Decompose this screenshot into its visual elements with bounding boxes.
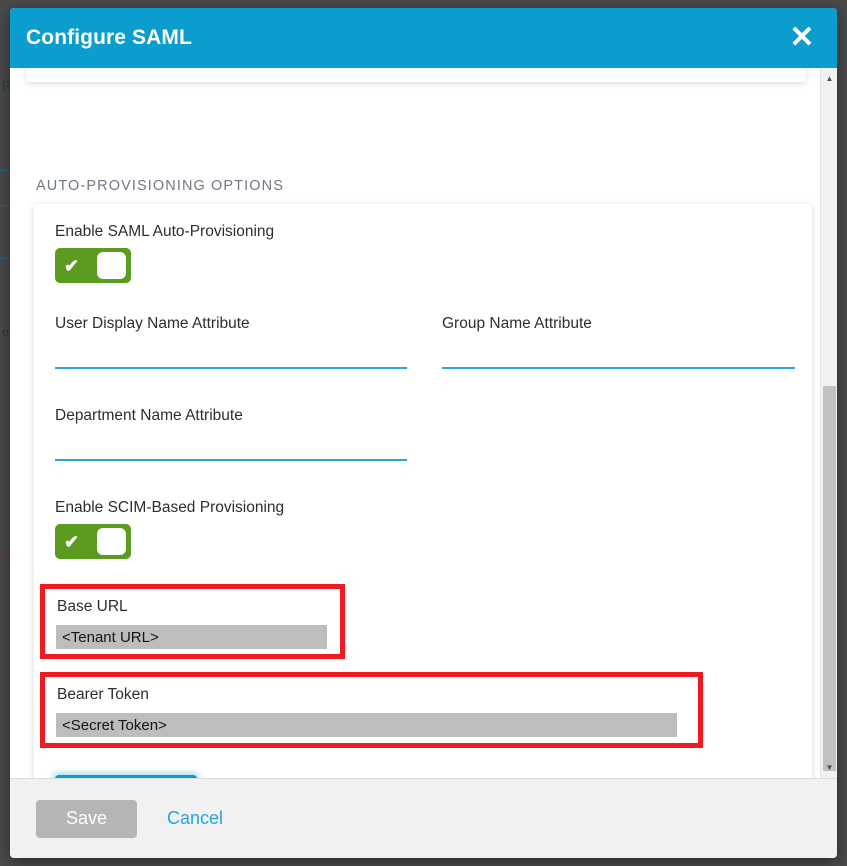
generate-token-button[interactable]: Generate Token xyxy=(55,775,197,778)
department-name-input[interactable] xyxy=(55,435,407,461)
label-enable-scim-provisioning: Enable SCIM-Based Provisioning xyxy=(55,499,284,517)
dialog-titlebar: Configure SAML ✕ xyxy=(10,8,837,68)
vertical-scrollbar[interactable]: ▲ ▼ xyxy=(820,68,837,778)
auto-provisioning-card: Enable SAML Auto-Provisioning ✔ User Dis… xyxy=(34,204,812,778)
bearer-token-input[interactable]: <Secret Token> xyxy=(56,713,677,737)
label-user-display-name-attribute: User Display Name Attribute xyxy=(55,315,250,333)
group-name-input[interactable] xyxy=(442,343,795,369)
background-text-fragment: e xyxy=(2,549,9,564)
toggle-knob xyxy=(97,528,126,555)
base-url-input[interactable]: <Tenant URL> xyxy=(56,625,327,649)
cancel-button[interactable]: Cancel xyxy=(167,808,223,829)
toggle-scim-provisioning[interactable]: ✔ xyxy=(55,524,131,559)
scroll-up-arrow-icon[interactable]: ▲ xyxy=(821,70,837,87)
dialog-footer: Save Cancel xyxy=(10,778,837,858)
previous-section-card xyxy=(26,68,806,82)
label-enable-saml-auto-provisioning: Enable SAML Auto-Provisioning xyxy=(55,223,274,241)
toggle-knob xyxy=(97,252,126,279)
label-group-name-attribute: Group Name Attribute xyxy=(442,315,592,333)
check-icon: ✔ xyxy=(64,533,79,551)
background-text-fragment: e xyxy=(2,324,9,339)
highlight-box-bearer-token: Bearer Token <Secret Token> xyxy=(40,672,703,748)
dialog-title: Configure SAML xyxy=(26,26,785,50)
save-button[interactable]: Save xyxy=(36,800,137,838)
label-base-url: Base URL xyxy=(57,598,128,616)
section-heading-auto-provisioning: AUTO-PROVISIONING OPTIONS xyxy=(36,178,284,194)
scrollbar-thumb[interactable] xyxy=(823,386,836,771)
label-bearer-token: Bearer Token xyxy=(57,686,149,704)
check-icon: ✔ xyxy=(64,257,79,275)
highlight-box-base-url: Base URL <Tenant URL> xyxy=(40,584,345,659)
configure-saml-dialog: Configure SAML ✕ AUTO-PROVISIONING OPTIO… xyxy=(10,8,837,858)
toggle-saml-auto-provisioning[interactable]: ✔ xyxy=(55,248,131,283)
user-display-name-input[interactable] xyxy=(55,343,407,369)
dialog-body: AUTO-PROVISIONING OPTIONS Enable SAML Au… xyxy=(10,68,837,778)
close-icon[interactable]: ✕ xyxy=(785,21,819,55)
dialog-body-content: AUTO-PROVISIONING OPTIONS Enable SAML Au… xyxy=(10,68,834,778)
scroll-down-arrow-icon[interactable]: ▼ xyxy=(821,759,837,776)
label-department-name-attribute: Department Name Attribute xyxy=(55,407,243,425)
